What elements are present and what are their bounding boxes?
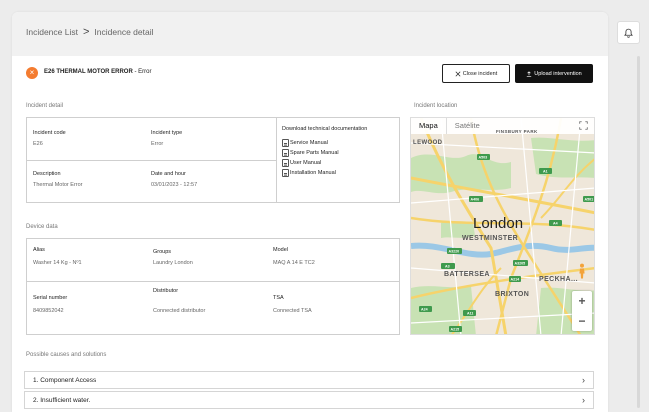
svg-text:A214: A214 (511, 278, 520, 282)
incident-code-label: Incident code (33, 130, 66, 136)
description-label: Description (33, 171, 61, 177)
svg-text:A3205: A3205 (515, 262, 526, 266)
svg-text:A501: A501 (585, 198, 594, 202)
serial-number-label: Serial number (33, 295, 68, 301)
map-place-finsbury-park: FINSBURY PARK (496, 129, 538, 134)
breadcrumb-separator: > (82, 26, 90, 38)
model-value: MAQ A 14 E TC2 (273, 260, 315, 266)
cause-item-label: 2. Insufficient water. (33, 396, 91, 404)
device-data-box (26, 238, 400, 335)
map-place-brixton: BRIXTON (495, 291, 530, 298)
tsa-label: TSA (273, 295, 284, 301)
close-incident-label: Close incident (462, 70, 498, 77)
svg-text:A406: A406 (471, 198, 480, 202)
incident-detail-divider (276, 117, 277, 203)
incident-type-value: Error (151, 141, 164, 147)
device-data-row-divider (26, 281, 400, 282)
causes-heading: Possible causes and solutions (26, 352, 107, 358)
tsa-value: Connected TSA (273, 308, 312, 314)
bell-icon (624, 28, 633, 38)
device-data-heading: Device data (26, 224, 58, 230)
doc-link-user-manual[interactable]: User Manual (282, 159, 321, 167)
doc-link-label: Service Manual (290, 140, 328, 146)
doc-link-label: User Manual (290, 160, 322, 166)
incident-location-map[interactable]: A503 A1 A406 A501 A4 A3220 A3205 A3 A214… (410, 117, 595, 335)
incident-status: - Error (132, 69, 152, 75)
doc-link-label: Installation Manual (290, 170, 336, 176)
doc-link-installation-manual[interactable]: Installation Manual (282, 169, 336, 177)
map-place-london: London (473, 215, 524, 232)
svg-text:A11: A11 (467, 312, 473, 316)
map-place-battersea: BATTERSEA (444, 271, 490, 278)
map-tab-satellite[interactable]: Satélite (445, 118, 488, 134)
close-icon (455, 71, 461, 76)
document-icon (282, 139, 289, 147)
groups-label: Groups (153, 249, 172, 255)
incident-code-title: E26 THERMAL MOTOR ERROR (44, 69, 133, 75)
document-icon (282, 149, 289, 157)
breadcrumb-current: Incidence detail (94, 27, 154, 37)
breadcrumb: Incidence List > Incidence detail (26, 26, 154, 38)
upload-intervention-label: Upload intervention (534, 70, 582, 77)
alias-value: Washer 14 Kg - Nº1 (33, 260, 82, 266)
svg-text:A3: A3 (445, 265, 450, 269)
incident-detail-row-divider (26, 160, 276, 161)
map-place-peckham: PECKHA... (539, 276, 578, 283)
cause-item-insufficient-water[interactable]: 2. Insufficient water. › (24, 391, 594, 409)
upload-intervention-button[interactable]: Upload intervention (515, 64, 593, 83)
date-hour-value: 03/01/2023 - 12:57 (151, 182, 198, 188)
cause-item-label: 1. Component Access (33, 376, 97, 384)
distributor-label: Distributor (153, 288, 179, 294)
description-value: Thermal Motor Error (33, 182, 83, 188)
model-label: Model (273, 247, 288, 253)
close-incident-button[interactable]: Close incident (442, 64, 510, 83)
document-icon (282, 169, 289, 177)
zoom-out-button[interactable]: − (572, 311, 592, 331)
incident-detail-heading: Incident detail (26, 103, 64, 109)
incident-location-heading: Incident location (414, 103, 458, 109)
street-view-pegman-icon[interactable] (578, 263, 586, 279)
download-docs-label: Download technical documentation (282, 126, 368, 132)
doc-link-label: Spare Parts Manual (290, 150, 339, 156)
incident-type-label: Incident type (151, 130, 183, 136)
zoom-in-button[interactable]: + (572, 291, 592, 311)
chevron-right-icon: › (582, 375, 585, 385)
error-status-icon: × (26, 67, 38, 79)
chevron-right-icon: › (582, 395, 585, 405)
cause-item-component-access[interactable]: 1. Component Access › (24, 371, 594, 389)
groups-value: Laundry London (153, 260, 193, 266)
svg-text:A4: A4 (553, 222, 558, 226)
serial-number-value: 8409852042 (33, 308, 64, 314)
map-zoom-controls: + − (572, 291, 592, 331)
distributor-value: Connected distributor (153, 308, 206, 314)
document-icon (282, 159, 289, 167)
breadcrumb-incidence-list[interactable]: Incidence List (26, 27, 78, 37)
svg-text:A503: A503 (479, 156, 488, 160)
incident-code-value: E26 (33, 141, 43, 147)
page-scrollbar[interactable] (637, 56, 640, 408)
upload-icon (527, 70, 532, 77)
map-place-lewood: LEWOOD (413, 140, 443, 146)
svg-text:A1: A1 (543, 170, 548, 174)
map-place-westminster: WESTMINSTER (462, 235, 519, 242)
svg-text:A24: A24 (421, 308, 428, 312)
doc-link-service-manual[interactable]: Service Manual (282, 139, 328, 147)
date-hour-label: Date and hour (151, 171, 186, 177)
breadcrumb-bar: Incidence List > Incidence detail (12, 12, 608, 56)
doc-link-spare-parts-manual[interactable]: Spare Parts Manual (282, 149, 339, 157)
incident-title: E26 THERMAL MOTOR ERROR - Error (44, 69, 151, 75)
svg-text:A3220: A3220 (449, 250, 460, 254)
notifications-button[interactable] (617, 21, 640, 44)
map-tab-map[interactable]: Mapa (411, 118, 446, 134)
fullscreen-icon[interactable] (579, 121, 588, 130)
alias-label: Alias (33, 247, 45, 253)
svg-text:A215: A215 (451, 328, 460, 332)
